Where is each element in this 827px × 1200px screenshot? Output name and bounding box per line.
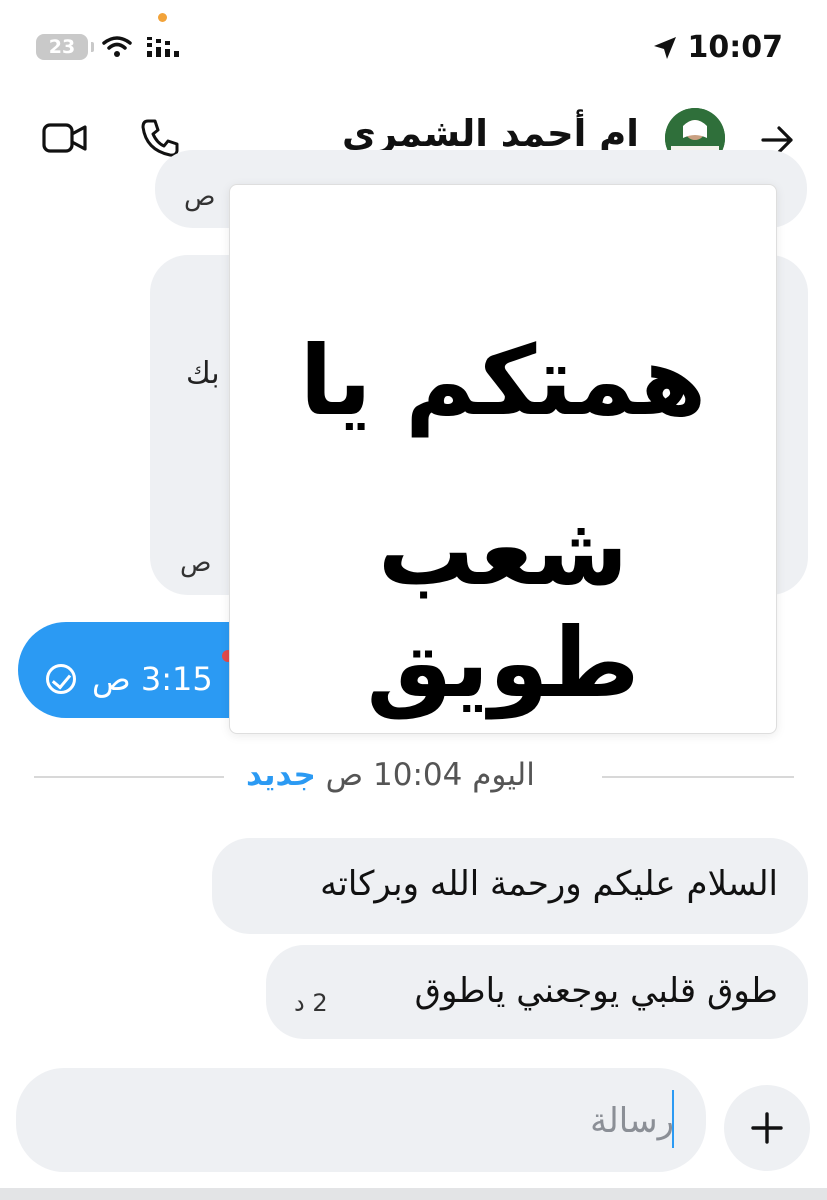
- message-time: ص: [184, 182, 216, 212]
- message-text: السلام عليكم ورحمة الله وبركاته: [320, 864, 778, 904]
- battery-icon: 23: [36, 34, 94, 60]
- date-divider: اليوم 10:04 ص جديد: [246, 757, 535, 793]
- plus-icon: [751, 1112, 783, 1144]
- new-messages-label: جديد: [246, 757, 316, 793]
- clock-time: 10:07: [687, 30, 784, 65]
- privacy-indicator-dot: [158, 13, 167, 22]
- message-input[interactable]: [46, 1092, 676, 1150]
- sticker-text-line2: شعب طويق: [366, 495, 640, 719]
- wifi-icon: [102, 36, 132, 57]
- received-message-bubble[interactable]: طوق قلبي يوجعني ياطوق 2 د: [266, 945, 808, 1039]
- divider-line-left: [34, 776, 224, 778]
- status-bar-left: 23: [36, 34, 182, 60]
- contact-name[interactable]: ام أحمد الشمري: [342, 112, 639, 155]
- location-arrow-icon: [653, 36, 676, 59]
- bottom-bar: [0, 1188, 827, 1200]
- text-cursor: [672, 1090, 674, 1148]
- sticker-text-line1: همتكم يا: [299, 325, 707, 437]
- phone-call-icon[interactable]: [140, 118, 180, 158]
- sent-message-time: 3:15 ص: [92, 660, 213, 698]
- message-composer: [16, 1068, 706, 1172]
- add-attachment-button[interactable]: [724, 1085, 810, 1171]
- delivered-check-icon: [46, 664, 76, 694]
- divider-line-right: [602, 776, 794, 778]
- received-message-bubble[interactable]: السلام عليكم ورحمة الله وبركاته: [212, 838, 808, 934]
- sticker-preview[interactable]: همتكم يا شعب طويق: [229, 184, 777, 734]
- cellular-signal-icon: [147, 37, 179, 57]
- message-text: طوق قلبي يوجعني ياطوق: [414, 971, 778, 1011]
- status-bar-right: 10:07: [652, 30, 784, 65]
- date-divider-label: اليوم 10:04 ص: [325, 757, 535, 793]
- battery-level: 23: [48, 36, 76, 58]
- video-call-icon[interactable]: [42, 120, 88, 156]
- message-time: ص: [180, 548, 212, 578]
- message-time: 2 د: [294, 989, 328, 1017]
- message-text-fragment: بك: [186, 356, 220, 391]
